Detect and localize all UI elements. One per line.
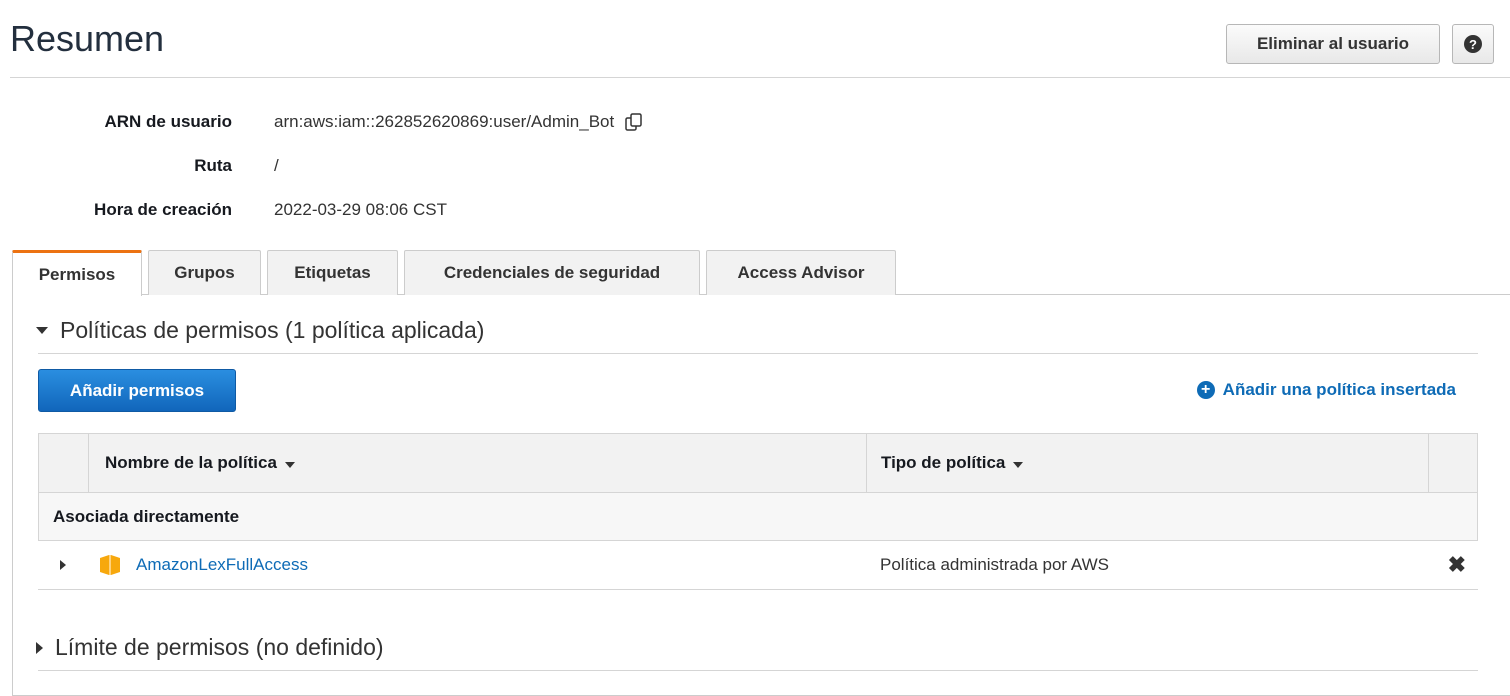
tab-credenciales[interactable]: Credenciales de seguridad bbox=[404, 250, 700, 295]
table-header: Nombre de la política Tipo de política bbox=[38, 433, 1478, 493]
caret-down-icon bbox=[36, 327, 48, 334]
policy-name-link[interactable]: AmazonLexFullAccess bbox=[98, 541, 308, 588]
caret-right-icon bbox=[36, 641, 43, 654]
created-value: 2022-03-29 08:06 CST bbox=[274, 200, 447, 219]
title-divider bbox=[10, 77, 1510, 78]
arn-value-wrap: arn:aws:iam::262852620869:user/Admin_Bot bbox=[274, 112, 644, 132]
group-row: Asociada directamente bbox=[38, 493, 1478, 541]
column-policy-type[interactable]: Tipo de política bbox=[881, 434, 1024, 492]
help-button[interactable]: ? bbox=[1452, 24, 1494, 64]
help-icon: ? bbox=[1464, 35, 1482, 53]
column-divider bbox=[88, 434, 89, 492]
column-policy-name[interactable]: Nombre de la política bbox=[105, 434, 295, 492]
arn-value: arn:aws:iam::262852620869:user/Admin_Bot bbox=[274, 112, 615, 131]
tab-etiquetas[interactable]: Etiquetas bbox=[267, 250, 398, 295]
tab-access-advisor[interactable]: Access Advisor bbox=[706, 250, 896, 295]
policies-table: Nombre de la política Tipo de política A… bbox=[38, 433, 1478, 590]
delete-user-button[interactable]: Eliminar al usuario bbox=[1226, 24, 1440, 64]
tab-grupos[interactable]: Grupos bbox=[148, 250, 261, 295]
sort-caret-icon bbox=[284, 461, 295, 468]
policy-name-label: AmazonLexFullAccess bbox=[136, 554, 308, 574]
tab-bar: Permisos Grupos Etiquetas Credenciales d… bbox=[12, 250, 896, 296]
permission-policies-title: Políticas de permisos (1 política aplica… bbox=[60, 317, 485, 343]
permissions-boundary-toggle[interactable]: Límite de permisos (no definido) bbox=[36, 634, 384, 661]
arn-label: ARN de usuario bbox=[104, 112, 232, 131]
path-value: / bbox=[274, 156, 279, 175]
policy-type: Política administrada por AWS bbox=[880, 554, 1109, 574]
column-policy-type-label: Tipo de política bbox=[881, 453, 1006, 472]
header-actions: Eliminar al usuario ? bbox=[1226, 24, 1494, 64]
caret-right-icon bbox=[60, 559, 66, 570]
created-label: Hora de creación bbox=[94, 200, 232, 219]
section-divider bbox=[38, 353, 1478, 354]
permission-policies-toggle[interactable]: Políticas de permisos (1 política aplica… bbox=[36, 317, 484, 344]
remove-policy-icon[interactable]: ✖ bbox=[1448, 541, 1466, 588]
aws-managed-policy-icon bbox=[100, 554, 120, 575]
add-inline-policy-label: Añadir una política insertada bbox=[1222, 380, 1456, 399]
column-divider bbox=[866, 434, 867, 492]
copy-icon[interactable] bbox=[624, 112, 644, 132]
column-policy-name-label: Nombre de la política bbox=[105, 453, 277, 472]
column-divider bbox=[1428, 434, 1429, 492]
permissions-boundary-title: Límite de permisos (no definido) bbox=[55, 634, 384, 660]
table-row: AmazonLexFullAccess Política administrad… bbox=[38, 541, 1478, 590]
add-inline-policy-link[interactable]: + Añadir una política insertada bbox=[1196, 380, 1456, 400]
section-divider bbox=[38, 670, 1478, 671]
path-label: Ruta bbox=[194, 156, 232, 175]
plus-circle-icon: + bbox=[1196, 381, 1215, 399]
sort-caret-icon bbox=[1013, 461, 1024, 468]
tab-permisos[interactable]: Permisos bbox=[12, 250, 142, 296]
expand-row-toggle[interactable] bbox=[60, 541, 66, 588]
page-title: Resumen bbox=[10, 18, 165, 59]
add-permissions-button[interactable]: Añadir permisos bbox=[38, 369, 236, 412]
